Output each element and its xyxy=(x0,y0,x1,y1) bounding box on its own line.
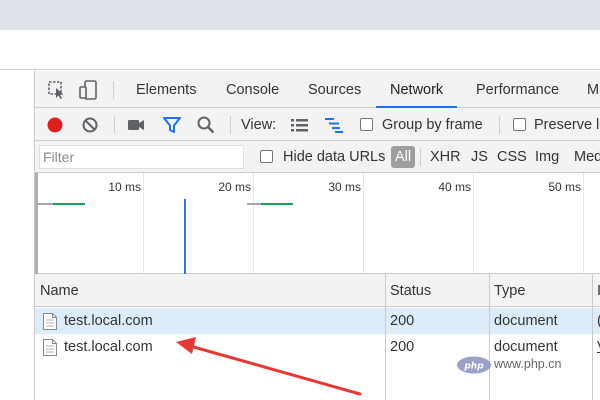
view-label: View: xyxy=(241,117,277,133)
column-initiator[interactable]: I xyxy=(592,274,600,307)
grid-line xyxy=(473,173,474,274)
tick-label: 50 ms xyxy=(548,180,581,194)
group-by-frame-checkbox[interactable] xyxy=(360,118,373,131)
preserve-log-checkbox[interactable] xyxy=(513,118,526,131)
column-divider xyxy=(592,274,593,400)
tab-sources[interactable]: Sources xyxy=(308,71,361,108)
tab-more[interactable]: M xyxy=(587,71,599,108)
request-type: document xyxy=(494,313,558,329)
large-rows-icon[interactable] xyxy=(289,114,311,136)
watermark-text: www.php.cn xyxy=(494,357,562,371)
group-by-frame-label: Group by frame xyxy=(382,117,483,133)
column-type[interactable]: Type xyxy=(489,274,525,307)
search-icon[interactable] xyxy=(195,114,217,136)
tick-label: 10 ms xyxy=(108,180,141,194)
grid-line xyxy=(143,173,144,274)
type-filter-media[interactable]: Med xyxy=(574,141,600,173)
requests-table-header: Name Status Type I xyxy=(35,274,600,307)
type-filter-img[interactable]: Img xyxy=(535,141,559,173)
clear-icon[interactable] xyxy=(79,114,101,136)
tick-label: 40 ms xyxy=(438,180,471,194)
column-status[interactable]: Status xyxy=(385,274,431,307)
type-filter-all[interactable]: All xyxy=(391,146,416,168)
request-status: 200 xyxy=(390,339,415,355)
column-name[interactable]: Name xyxy=(35,274,79,307)
filter-icon[interactable] xyxy=(161,114,183,136)
hide-data-urls-label: Hide data URLs xyxy=(283,149,386,165)
hide-data-urls-checkbox[interactable] xyxy=(260,150,273,163)
table-row[interactable]: test.local.com 200 document ( xyxy=(35,308,600,334)
grid-line xyxy=(583,173,584,274)
tab-elements[interactable]: Elements xyxy=(136,71,196,108)
filter-input[interactable] xyxy=(39,145,244,169)
request-bar-waiting xyxy=(37,203,53,205)
toolbar-divider xyxy=(230,116,231,134)
column-divider xyxy=(489,274,490,400)
column-divider xyxy=(385,274,386,400)
overview-start-marker xyxy=(35,173,38,274)
php-logo: php xyxy=(457,356,491,374)
inspect-element-icon[interactable] xyxy=(47,80,67,100)
grid-line xyxy=(363,173,364,274)
svg-text:php: php xyxy=(463,362,484,372)
filter-divider xyxy=(420,148,421,166)
tab-performance[interactable]: Performance xyxy=(476,71,559,108)
network-overview[interactable]: 10 ms 20 ms 30 ms 40 ms 50 ms xyxy=(35,173,600,274)
request-status: 200 xyxy=(390,313,415,329)
video-camera-icon[interactable] xyxy=(125,114,147,136)
waterfall-icon[interactable] xyxy=(323,114,345,136)
document-icon xyxy=(43,339,57,356)
request-bar-waiting xyxy=(247,203,261,205)
toolbar-divider xyxy=(499,116,500,134)
tab-divider xyxy=(113,81,114,99)
type-filter-js[interactable]: JS xyxy=(471,141,488,173)
request-bar-end xyxy=(83,203,85,205)
tick-label: 30 ms xyxy=(328,180,361,194)
type-filter-css[interactable]: CSS xyxy=(497,141,527,173)
preserve-log-label: Preserve lo xyxy=(534,117,600,133)
device-toolbar-icon[interactable] xyxy=(79,80,99,100)
request-bar-download xyxy=(261,203,293,205)
devtools-panel: Elements Console Sources Network Perform… xyxy=(34,71,600,400)
devtools-tabbar: Elements Console Sources Network Perform… xyxy=(35,71,600,108)
page-viewport xyxy=(0,71,34,400)
request-name[interactable]: test.local.com xyxy=(64,308,153,334)
browser-tab-strip xyxy=(0,0,600,30)
toolbar-divider xyxy=(114,116,115,134)
record-icon[interactable] xyxy=(44,114,66,136)
browser-toolbar xyxy=(0,30,600,70)
document-icon xyxy=(43,313,57,330)
dom-content-loaded-marker xyxy=(184,199,186,274)
request-name[interactable]: test.local.com xyxy=(64,334,153,360)
filter-bar: Hide data URLs All XHR JS CSS Img Med xyxy=(35,141,600,173)
grid-line xyxy=(253,173,254,274)
tab-console[interactable]: Console xyxy=(226,71,279,108)
request-bar-download xyxy=(53,203,83,205)
network-toolbar: View: Group by frame Preserve lo xyxy=(35,108,600,141)
tab-network[interactable]: Network xyxy=(376,71,458,108)
type-filter-xhr[interactable]: XHR xyxy=(430,141,461,173)
tick-label: 20 ms xyxy=(218,180,251,194)
